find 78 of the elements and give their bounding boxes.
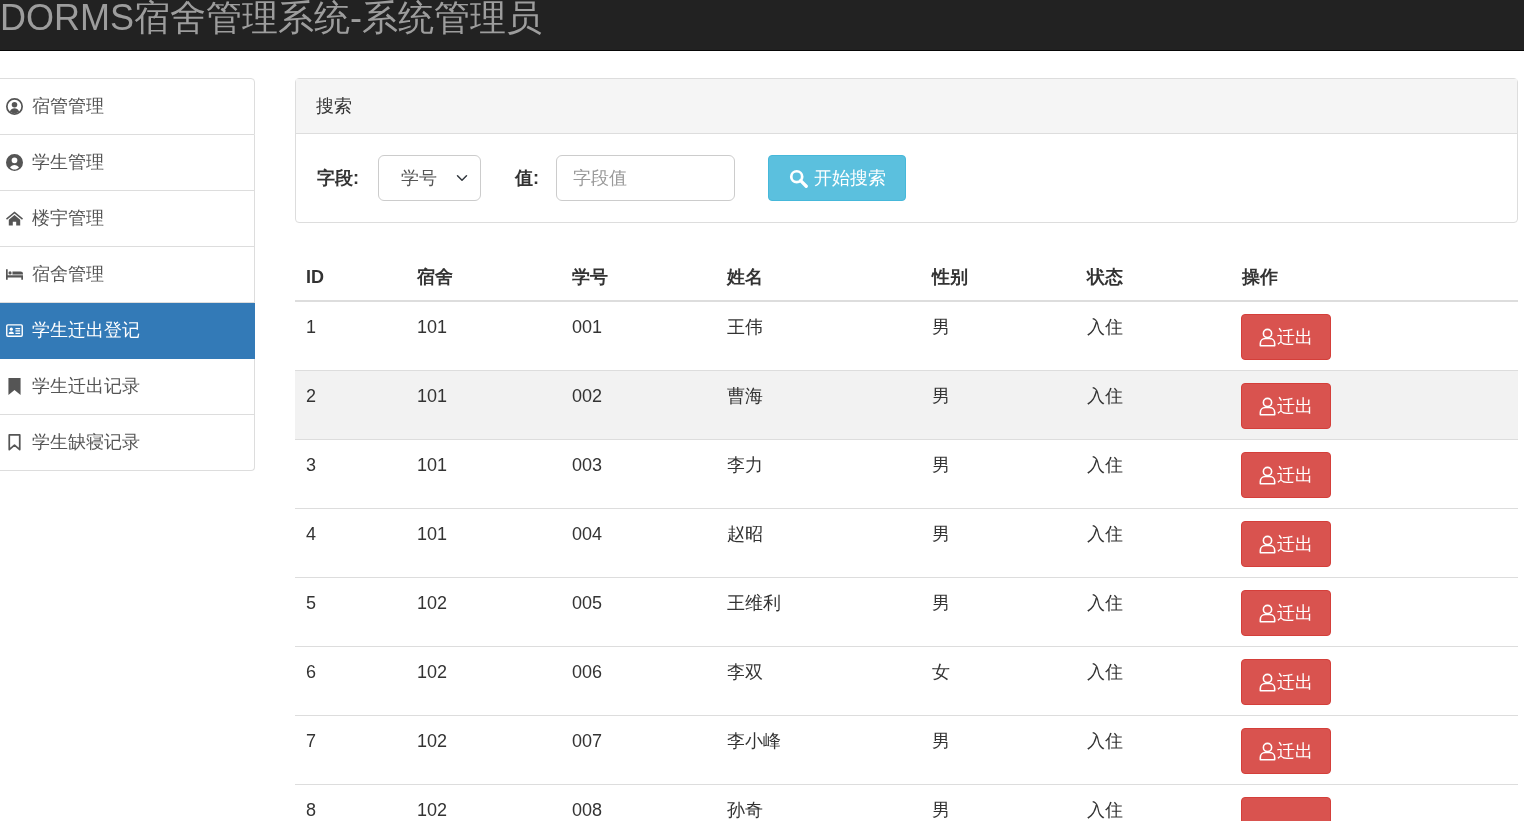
checkout-button[interactable]: 迁出 [1241, 590, 1331, 636]
table-cell: 入住 [1076, 784, 1231, 821]
user-icon [1259, 396, 1276, 416]
user-icon [1259, 534, 1276, 554]
table-cell: 男 [921, 508, 1076, 578]
table-cell: 入住 [1076, 715, 1231, 785]
table-cell: 101 [406, 508, 561, 578]
sidebar-item[interactable]: 学生迁出登记 [0, 303, 255, 359]
sidebar-item[interactable]: 宿管管理 [0, 78, 255, 135]
checkout-button[interactable]: 迁出 [1241, 728, 1331, 774]
bed-icon [6, 266, 23, 283]
table-cell: 男 [921, 370, 1076, 440]
table-cell: 王伟 [716, 301, 921, 371]
bookmark-icon [6, 378, 23, 395]
sidebar-item[interactable]: 楼宇管理 [0, 191, 255, 247]
table-cell: 002 [561, 370, 716, 440]
table-cell: 102 [406, 577, 561, 647]
table-cell: 李小峰 [716, 715, 921, 785]
sidebar-item[interactable]: 学生迁出记录 [0, 359, 255, 415]
table-cell: 006 [561, 646, 716, 716]
checkout-button[interactable]: 迁出 [1241, 452, 1331, 498]
sidebar-item[interactable]: 学生缺寝记录 [0, 415, 255, 471]
table-cell: 入住 [1076, 577, 1231, 647]
table-cell: 101 [406, 301, 561, 371]
checkout-button[interactable]: 迁出 [1241, 659, 1331, 705]
table-cell: 7 [295, 715, 406, 785]
table-cell: 102 [406, 715, 561, 785]
table-cell: 男 [921, 439, 1076, 509]
user-circle-icon [6, 98, 23, 115]
table-cell: 003 [561, 439, 716, 509]
table-cell: 007 [561, 715, 716, 785]
checkout-button[interactable]: 迁出 [1241, 383, 1331, 429]
user-icon [1259, 741, 1276, 761]
value-input[interactable]: 字段值 [556, 155, 735, 201]
table-cell: 女 [921, 646, 1076, 716]
table-cell: 101 [406, 439, 561, 509]
table-cell: 5 [295, 577, 406, 647]
table-cell: 6 [295, 646, 406, 716]
bookmark-icon [6, 434, 23, 451]
user-icon [1259, 327, 1276, 347]
sidebar-item[interactable]: 学生管理 [0, 135, 255, 191]
table-cell: 男 [921, 715, 1076, 785]
user-icon [1259, 465, 1276, 485]
table-cell: 4 [295, 508, 406, 578]
table-cell: 入住 [1076, 370, 1231, 440]
table-cell: 001 [561, 301, 716, 371]
table-cell: 3 [295, 439, 406, 509]
table-cell: 102 [406, 646, 561, 716]
table-cell: 赵昭 [716, 508, 921, 578]
table-cell: 2 [295, 370, 406, 440]
table-cell: 王维利 [716, 577, 921, 647]
table-cell: 男 [921, 784, 1076, 821]
table-cell: 李双 [716, 646, 921, 716]
table-cell: 入住 [1076, 646, 1231, 716]
table-cell: 入住 [1076, 439, 1231, 509]
search-icon [788, 168, 808, 188]
table-cell: 男 [921, 301, 1076, 371]
table-cell: 005 [561, 577, 716, 647]
sidebar-item[interactable]: 宿舍管理 [0, 247, 255, 303]
table-cell: 004 [561, 508, 716, 578]
value-label: 值: [515, 166, 539, 190]
id-card-icon [6, 322, 23, 339]
table-cell: 孙奇 [716, 784, 921, 821]
home-icon [6, 210, 23, 227]
table-cell: 入住 [1076, 508, 1231, 578]
table-cell: 男 [921, 577, 1076, 647]
table-cell: 曹海 [716, 370, 921, 440]
checkout-button[interactable]: 迁出 [1241, 314, 1331, 360]
user-icon [1259, 672, 1276, 692]
table-cell: 李力 [716, 439, 921, 509]
panel-title: 搜索 [316, 96, 352, 116]
user-icon [1259, 603, 1276, 623]
checkout-button[interactable]: 迁出 [1241, 521, 1331, 567]
field-label: 字段: [317, 166, 359, 190]
field-select[interactable]: 学号 [378, 155, 481, 201]
table-cell: 入住 [1076, 301, 1231, 371]
table-cell: 101 [406, 370, 561, 440]
table-cell: 1 [295, 301, 406, 371]
